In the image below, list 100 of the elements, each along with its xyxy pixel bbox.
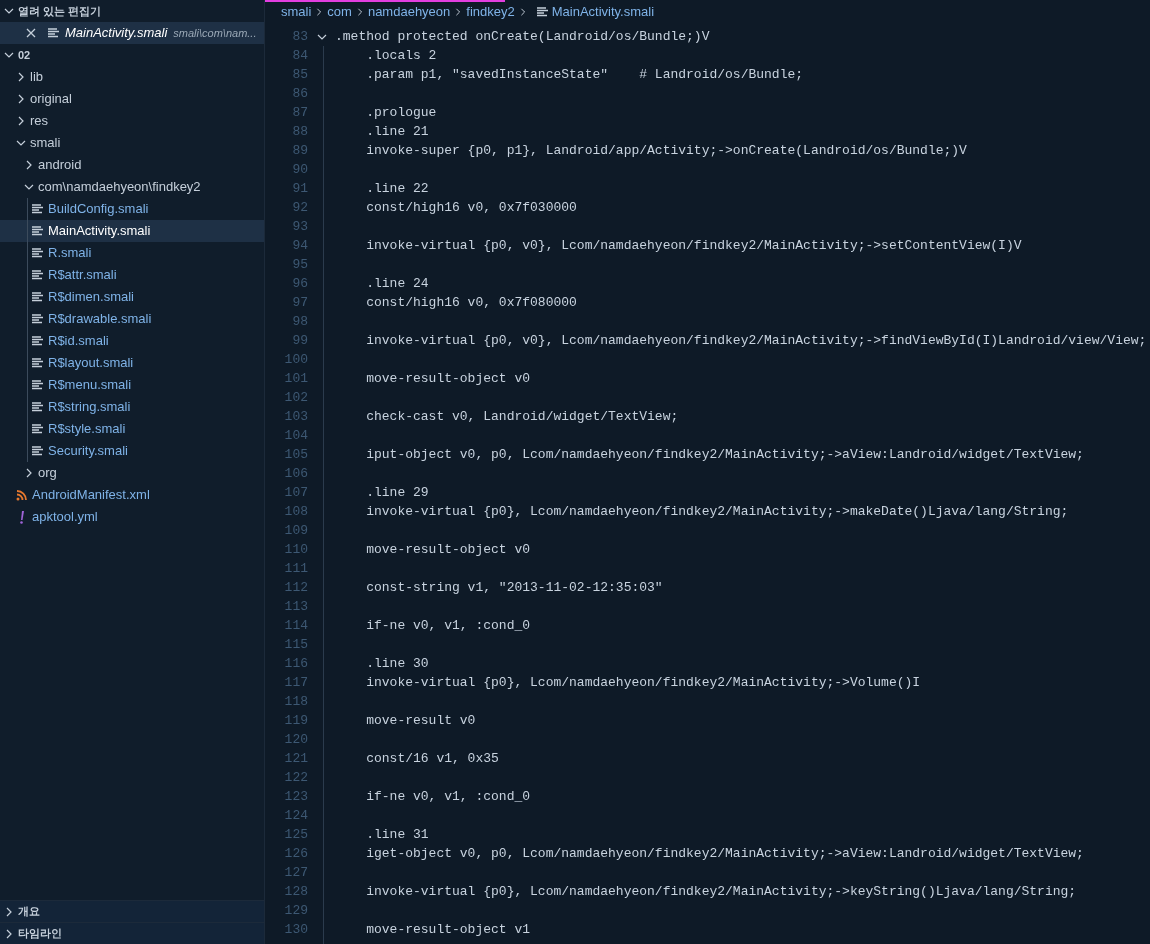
line-number: 99 (291, 331, 308, 350)
code-line: invoke-virtual {p0, v0}, Lcom/namdaehyeon/findkey2/MainActivity;->findViewById(I)Landroid/view/View; (365, 331, 1147, 350)
line-number: 126 (283, 844, 308, 863)
line-number: 118 (283, 692, 308, 711)
line-number: 88 (291, 122, 308, 141)
breadcrumb-item[interactable]: namdaehyeon (367, 2, 451, 22)
file-row[interactable]: R$menu.smali (0, 374, 264, 396)
panel-title: 타임라인 (18, 926, 62, 942)
folder-name: com\namdaehyeon\findkey2 (38, 178, 201, 197)
line-number: 108 (283, 502, 308, 521)
file-name: MainActivity.smali (48, 222, 151, 241)
line-number: 95 (291, 255, 308, 274)
code-line: move-result v0 (365, 711, 476, 730)
file-row[interactable]: Security.smali (0, 440, 264, 462)
file-name: R$layout.smali (48, 354, 134, 373)
line-number: 124 (283, 806, 308, 825)
line-number: 114 (283, 616, 308, 635)
section-header[interactable]: 열려 있는 편집기 (0, 0, 264, 22)
line-number: 98 (291, 312, 308, 331)
line-number: 84 (291, 46, 308, 65)
code-line: invoke-virtual {p0}, Lcom/namdaehyeon/findkey2/MainActivity;->Volume()I (365, 673, 921, 692)
code-line: .prologue (365, 103, 437, 122)
folder-row[interactable]: lib (0, 66, 264, 88)
line-number: 85 (291, 65, 308, 84)
line-number: 116 (283, 654, 308, 673)
line-number: 103 (283, 407, 308, 426)
line-number: 109 (283, 521, 308, 540)
code-line: const/high16 v0, 0x7f030000 (365, 198, 577, 217)
code-line: move-result-object v0 (365, 540, 531, 559)
line-number: 92 (291, 198, 308, 217)
file-row[interactable]: BuildConfig.smali (0, 198, 264, 220)
line-number: 97 (291, 293, 308, 312)
file-name: BuildConfig.smali (48, 200, 149, 219)
code-line: .line 24 (365, 274, 429, 293)
file-name: R.smali (48, 244, 92, 263)
file-row[interactable]: R$id.smali (0, 330, 264, 352)
code-line: .line 21 (365, 122, 429, 141)
line-number: 101 (283, 369, 308, 388)
line-number: 129 (283, 901, 308, 920)
line-number: 90 (291, 160, 308, 179)
code-line: .line 29 (365, 483, 429, 502)
file-row[interactable]: R$dimen.smali (0, 286, 264, 308)
file-row[interactable]: MainActivity.smali (0, 220, 264, 242)
code-line: invoke-virtual {p0}, Lcom/namdaehyeon/findkey2/MainActivity;->makeDate()Ljava/lang/String; (365, 502, 1069, 521)
line-number: 128 (283, 882, 308, 901)
line-number: 106 (283, 464, 308, 483)
line-number: 115 (283, 635, 308, 654)
line-number: 94 (291, 236, 308, 255)
folder-row[interactable]: com\namdaehyeon\findkey2 (0, 176, 264, 198)
line-number: 125 (283, 825, 308, 844)
file-path: smali\com\nam... (173, 25, 257, 41)
code-line: .method protected onCreate(Landroid/os/Bundle;)V (335, 27, 710, 46)
folder-row[interactable]: res (0, 110, 264, 132)
line-number: 91 (291, 179, 308, 198)
folder-row[interactable]: smali (0, 132, 264, 154)
file-name: R$string.smali (48, 398, 131, 417)
line-number: 107 (283, 483, 308, 502)
file-row[interactable]: R$string.smali (0, 396, 264, 418)
line-number: 121 (283, 749, 308, 768)
panel-header[interactable]: 개요 (0, 900, 264, 922)
panel-title: 개요 (18, 904, 40, 920)
line-number: 113 (283, 597, 308, 616)
line-number: 102 (283, 388, 308, 407)
file-row[interactable]: R.smali (0, 242, 264, 264)
file-row[interactable]: R$drawable.smali (0, 308, 264, 330)
breadcrumb-item[interactable]: com (327, 2, 352, 22)
code-line: const/16 v1, 0x35 (365, 749, 499, 768)
folder-row[interactable]: original (0, 88, 264, 110)
panel-header[interactable]: 타임라인 (0, 922, 264, 944)
file-name: MainActivity.smali (65, 24, 168, 43)
file-name: apktool.yml (32, 508, 98, 527)
line-number: 86 (291, 84, 308, 103)
line-number: 127 (283, 863, 308, 882)
code-line: invoke-super {p0, p1}, Landroid/app/Activity;->onCreate(Landroid/os/Bundle;)V (365, 141, 967, 160)
code-line: const-string v1, "2013-11-02-12:35:03" (365, 578, 663, 597)
line-number: 93 (291, 217, 308, 236)
breadcrumb-item[interactable]: MainActivity.smali (551, 2, 655, 22)
folder-name: res (30, 112, 49, 131)
file-row[interactable]: R$attr.smali (0, 264, 264, 286)
breadcrumb-item[interactable]: smali (281, 2, 312, 22)
file-name: AndroidManifest.xml (32, 486, 150, 505)
section-header[interactable]: 02 (0, 44, 264, 66)
line-number: 87 (291, 103, 308, 122)
file-row[interactable]: R$style.smali (0, 418, 264, 440)
file-row[interactable]: apktool.yml (0, 506, 264, 528)
file-row[interactable]: R$layout.smali (0, 352, 264, 374)
file-row[interactable]: AndroidManifest.xml (0, 484, 264, 506)
breadcrumb-item[interactable]: findkey2 (466, 2, 515, 22)
file-name: Security.smali (48, 442, 128, 461)
folder-row[interactable]: android (0, 154, 264, 176)
code-line: invoke-virtual {p0, v0}, Lcom/namdaehyeon/findkey2/MainActivity;->setContentView(I)V (365, 236, 1022, 255)
code-line: move-result-object v0 (365, 369, 531, 388)
line-number: 111 (283, 559, 308, 578)
folder-row[interactable]: org (0, 462, 264, 484)
line-number: 100 (283, 350, 308, 369)
line-number: 89 (291, 141, 308, 160)
open-editor-row[interactable]: MainActivity.smali smali\com\nam... (0, 22, 264, 44)
folder-name: lib (30, 68, 43, 87)
line-number: 130 (283, 920, 308, 939)
line-number: 110 (283, 540, 308, 559)
